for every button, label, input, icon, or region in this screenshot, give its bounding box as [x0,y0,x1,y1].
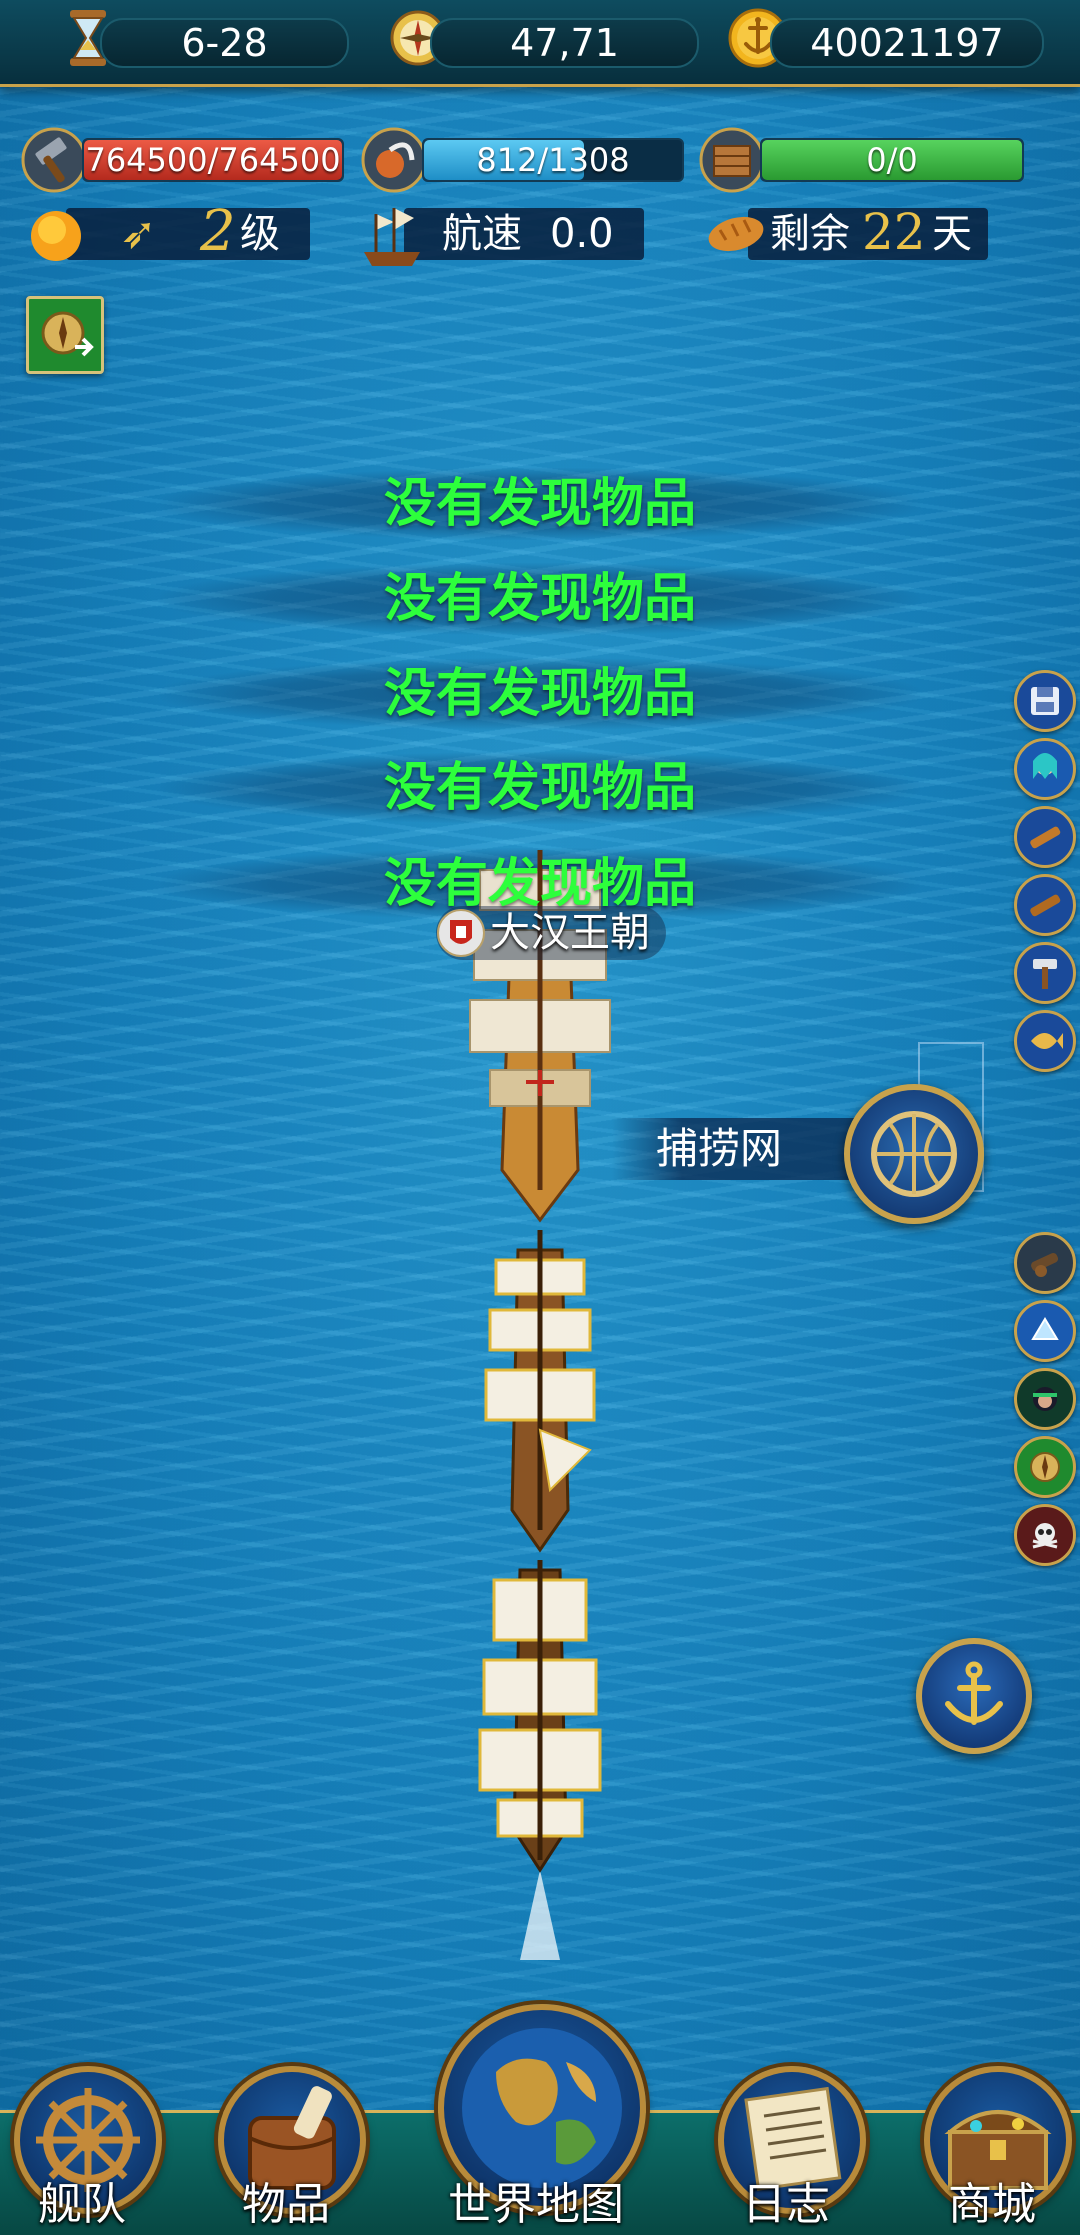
escort-ship [478,1560,602,1873]
portugal-flag-icon [437,909,485,957]
cargo-crate-icon [699,127,765,193]
fleet-name: 大汉王朝 [490,910,650,956]
escort-ship [484,1230,596,1553]
pirate-woman-button[interactable] [1014,1368,1076,1430]
shop-nav-label: 商城 [948,2179,1036,2230]
fleet-nav-label: 舰队 [38,2179,126,2230]
world-map-nav-label: 世界地图 [448,2179,624,2230]
fish-icon [1031,1033,1063,1049]
speed-box: 航速 0.0 [404,208,644,260]
date-display: 6-28 [100,18,349,68]
durability-bar: 764500/764500 [82,138,344,182]
no-item-found-message: 没有发现物品 [383,758,696,818]
telescope-icon [1030,894,1061,917]
level-number: 2 [200,199,236,264]
gold-display: 40021197 [770,18,1044,68]
sun-icon [31,211,81,261]
hammer-icon [21,127,87,193]
sailors-value: 812/1308 [476,141,630,179]
remaining-unit: 天 [932,211,972,257]
fishing-net-button[interactable] [844,1084,984,1224]
bread-icon [708,216,764,252]
remaining-days-box: 剩余 22 天 [748,203,988,261]
cargo-value: 0/0 [866,141,918,179]
no-item-found-message: 没有发现物品 [383,474,696,534]
auto-navigate-button[interactable] [26,296,104,374]
level-unit: 级 [240,211,280,257]
ship-speed-icon [364,208,420,266]
anchor-button[interactable] [916,1638,1032,1754]
coordinates-display: 47,71 [430,18,699,68]
save-icon [1031,687,1059,715]
fishing-net-label: 捕捞网 [656,1124,783,1173]
pirate-woman-icon [1033,1387,1057,1411]
cargo-bar: 0/0 [760,138,1024,182]
top-status-bar: 6-28 47,71 40021197 [0,0,1080,87]
telescope-button[interactable] [1014,806,1076,868]
arrow-icon: ➶ [120,208,157,259]
mermaid-icon [1033,753,1057,779]
remaining-label: 剩余 [770,211,850,257]
speed-label: 航速 [442,211,522,257]
repair-button[interactable] [1014,942,1076,1004]
fleet-nameplate: 大汉王朝 [436,906,666,960]
items-nav-label: 物品 [242,2179,330,2230]
telescope-button[interactable] [1014,874,1076,936]
log-nav-label: 日志 [742,2179,830,2230]
hammer-icon [1033,959,1057,989]
save-button[interactable] [1014,670,1076,732]
compass-button[interactable] [1014,1436,1076,1498]
fish-button[interactable] [1014,1010,1076,1072]
mermaid-button[interactable] [1014,738,1076,800]
no-item-found-message: 没有发现物品 [383,664,696,724]
fleet-ships [469,850,611,1960]
remaining-days: 22 [862,203,926,261]
durability-value: 764500/764500 [85,141,341,179]
no-item-found-message: 没有发现物品 [383,569,696,629]
telescope-icon [1030,826,1061,849]
speed-value: 0.0 [550,211,614,257]
skull-icon [1032,1523,1058,1549]
level-box: ➶ 2 级 [66,199,310,264]
fishing-net-icon [871,1111,957,1197]
anchor-icon [945,1661,1003,1725]
ice-button[interactable] [1014,1300,1076,1362]
sailor-icon [361,127,427,193]
pirate-skull-button[interactable] [1014,1504,1076,1566]
cannon-icon [1031,1252,1059,1277]
compass-icon [1030,1452,1060,1482]
sailors-bar: 812/1308 [422,138,684,182]
ice-icon [1031,1317,1059,1340]
cannon-button[interactable] [1014,1232,1076,1294]
compass-arrow-icon [41,311,94,357]
